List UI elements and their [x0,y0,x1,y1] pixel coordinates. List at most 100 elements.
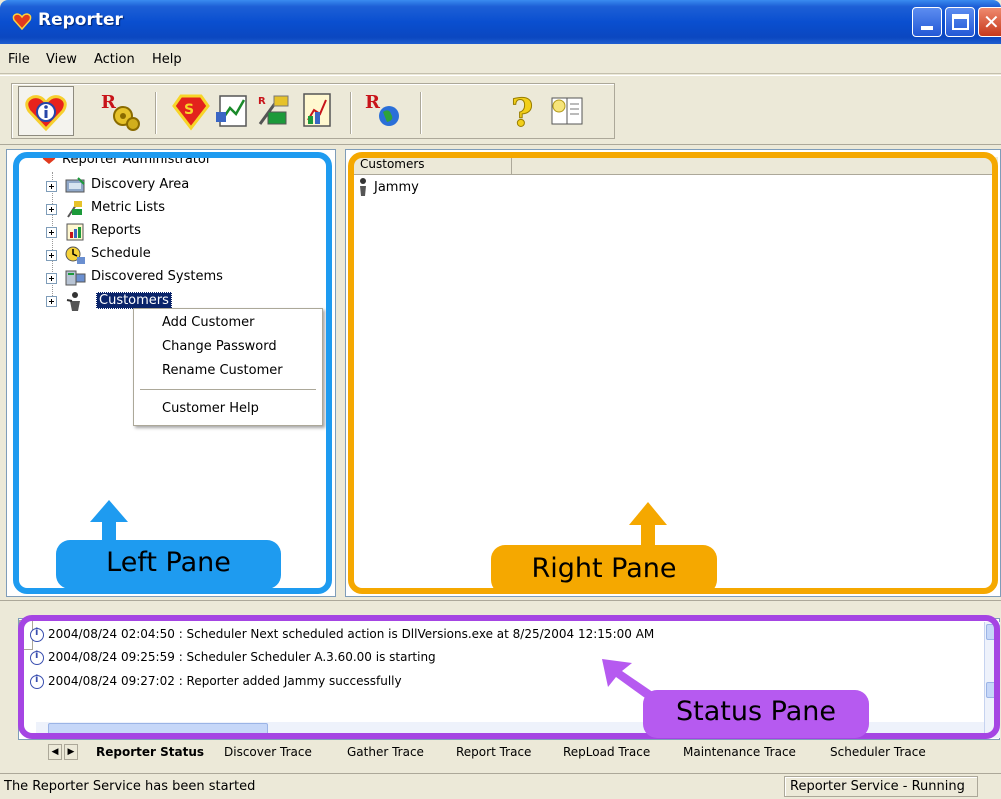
menu-action[interactable]: Action [94,52,135,67]
customer-icon [360,178,366,196]
right-pane[interactable] [345,149,1001,597]
svg-text:?: ? [511,90,533,132]
column-header-label: Customers [360,157,425,171]
info-icon [30,650,44,665]
minimize-icon [921,26,933,30]
context-menu-customer-help[interactable]: Customer Help [162,401,259,416]
help-question-icon: ? [511,90,534,136]
svg-text:R: R [101,92,117,113]
arrow-stem [641,523,655,547]
toolbar-separator [350,92,352,134]
tree-item-label: Schedule [91,246,151,261]
report-chart-button[interactable] [296,90,338,132]
reports-icon [66,223,84,241]
scroll-down-button[interactable] [986,682,1000,698]
vertical-splitter[interactable] [336,149,345,601]
status-log-line: 2004/08/24 02:04:50 : Scheduler Next sch… [48,627,655,641]
menu-file[interactable]: File [8,52,30,67]
help-question-button[interactable]: ? [503,90,545,136]
up-arrow-icon [90,500,128,522]
maximize-button[interactable] [945,7,975,37]
context-menu-change-password[interactable]: Change Password [162,339,277,354]
trace-tabs: ◀ ▶ Reporter Status Discover Trace Gathe… [0,741,1001,765]
status-pane-callout-label: Status Pane [676,696,836,727]
discovered-systems-icon [65,270,86,286]
up-arrow-icon [629,502,667,525]
toolbar-separator [155,92,157,134]
tab-report-trace[interactable]: Report Trace [456,742,531,762]
scroll-up-button[interactable] [986,624,1000,640]
context-menu-add-customer[interactable]: Add Customer [162,315,254,330]
expand-icon[interactable] [46,181,57,192]
tree-item-label: Customers [96,292,172,309]
metric-lists-icon [67,201,82,218]
status-log-line: 2004/08/24 09:25:59 : Scheduler Schedule… [48,650,436,664]
service-status-panel: Reporter Service - Running [784,776,978,797]
metric-list-icon: R [258,95,289,125]
status-log-line: 2004/08/24 09:27:02 : Reporter added Jam… [48,674,402,688]
tab-gather-trace[interactable]: Gather Trace [347,742,424,762]
expand-icon[interactable] [46,227,57,238]
info-heart-button[interactable] [18,86,74,136]
expand-icon[interactable] [46,273,57,284]
discovery-area-icon [65,177,85,193]
discovery-chart-button[interactable] [212,90,254,132]
info-icon [30,674,44,689]
tab-scroll-right-button[interactable]: ▶ [64,744,78,760]
expand-icon[interactable] [46,296,57,307]
tab-repload-trace[interactable]: RepLoad Trace [563,742,650,762]
menu-view[interactable]: View [46,52,77,67]
svg-text:S: S [184,102,194,118]
reporter-globe-icon: R [365,92,399,126]
expand-icon[interactable] [46,250,57,261]
right-pane-callout-label: Right Pane [531,553,677,584]
tree-root-label: Reporter Administrator [62,152,212,167]
tree-item-label: Reports [91,223,141,238]
window-title: Reporter [38,10,123,30]
reporter-admin-icon [42,156,56,164]
left-pane-callout-label: Left Pane [106,547,231,578]
toolbar-separator [420,92,422,134]
report-chart-icon [303,93,331,127]
horizontal-splitter[interactable] [0,600,1001,610]
superman-shield-icon: S [172,94,210,131]
reporter-gears-icon: R [101,92,140,131]
tree-item-label: Discovered Systems [91,269,223,284]
customers-icon [66,292,80,311]
reporter-gears-button[interactable]: R [99,90,141,132]
tab-reporter-status[interactable]: Reporter Status [96,742,204,762]
info-icon [30,627,44,642]
menu-bar: File View Action Help [0,44,1001,74]
vertical-scrollbar[interactable] [984,622,1000,738]
tab-maintenance-trace[interactable]: Maintenance Trace [683,742,796,762]
menu-help[interactable]: Help [152,52,182,67]
reporter-globe-button[interactable]: R [363,90,405,132]
tab-scheduler-trace[interactable]: Scheduler Trace [830,742,926,762]
status-message: The Reporter Service has been started [4,779,256,794]
context-menu-separator [140,389,316,390]
schedule-icon [65,246,85,264]
info-heart-icon [25,95,67,132]
arrow-stem [102,520,116,542]
reporter-app-icon [12,13,32,30]
service-status-text: Reporter Service - Running [790,779,965,794]
list-item[interactable]: Jammy [374,180,419,195]
maximize-icon [952,14,969,30]
context-menu-rename-customer[interactable]: Rename Customer [162,363,283,378]
tab-discover-trace[interactable]: Discover Trace [224,742,312,762]
svg-text:R: R [365,92,381,113]
column-header-customers[interactable]: Customers [352,157,512,174]
superman-shield-button[interactable]: S [170,90,212,132]
tab-scroll-left-button[interactable]: ◀ [48,744,62,760]
help-book-button[interactable] [546,90,588,132]
scrollbar-thumb[interactable] [48,723,268,735]
tree-item-label: Metric Lists [91,200,166,215]
tree-item-label: Discovery Area [91,177,190,192]
metric-list-button[interactable]: R [254,90,296,132]
expand-icon[interactable] [46,204,57,215]
minimize-button[interactable] [912,7,942,37]
tree-root[interactable]: Reporter Administrator [24,152,264,170]
close-button[interactable]: ✕ [978,7,1001,37]
title-bar: Reporter ✕ [0,0,1001,44]
svg-text:R: R [258,96,266,107]
